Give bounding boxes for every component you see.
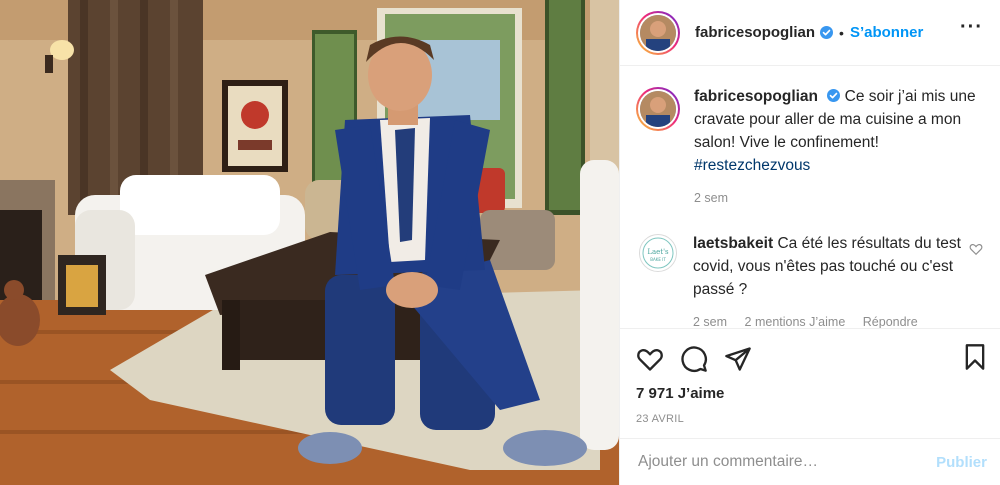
- caption-username[interactable]: fabricesopoglian: [694, 88, 818, 105]
- share-icon[interactable]: [724, 345, 752, 373]
- comment-username[interactable]: laetsbakeit: [693, 235, 773, 252]
- add-comment-bar: Publier: [620, 438, 1000, 485]
- comment-heart-icon[interactable]: [969, 242, 983, 256]
- post-actions: 7 971 J’aime 23 AVRIL: [620, 328, 1000, 438]
- caption: fabricesopoglian Ce soir j’ai mis une cr…: [636, 85, 985, 210]
- likes-count[interactable]: 7 971 J’aime: [636, 385, 985, 402]
- post-date[interactable]: 23 AVRIL: [636, 413, 985, 425]
- caption-age[interactable]: 2 sem: [694, 191, 728, 205]
- svg-text:Laet's: Laet's: [647, 248, 669, 256]
- caption-avatar[interactable]: [636, 87, 680, 131]
- comment-input[interactable]: [638, 453, 937, 471]
- avatar-image: [640, 14, 676, 51]
- comment-icon[interactable]: [680, 345, 708, 373]
- comment-avatar-logo: Laet's BAKE IT: [642, 237, 674, 269]
- header-username[interactable]: fabricesopoglian: [695, 24, 815, 41]
- comment-age[interactable]: 2 sem: [693, 315, 727, 328]
- comment-reply-button[interactable]: Répondre: [863, 315, 918, 328]
- verified-badge-icon: [820, 26, 834, 39]
- more-options-icon[interactable]: ···: [960, 16, 983, 39]
- post-side-panel: fabricesopoglian • S’abonner ··· fabrice…: [619, 0, 1000, 485]
- post-header: fabricesopoglian • S’abonner ···: [620, 0, 1000, 66]
- photo-illustration: [0, 0, 619, 485]
- comment-item: Laet's BAKE IT laetsbakeit Ca été les ré…: [636, 232, 985, 328]
- svg-text:BAKE IT: BAKE IT: [650, 257, 666, 262]
- avatar[interactable]: [636, 10, 680, 55]
- comment-avatar[interactable]: Laet's BAKE IT: [639, 234, 677, 272]
- separator-dot: •: [839, 24, 844, 41]
- verified-badge-icon: [827, 89, 841, 102]
- heart-icon[interactable]: [636, 345, 664, 373]
- comments-section[interactable]: fabricesopoglian Ce soir j’ai mis une cr…: [620, 67, 1000, 328]
- bookmark-icon[interactable]: [961, 343, 989, 371]
- follow-button[interactable]: S’abonner: [850, 24, 923, 41]
- caption-hashtag[interactable]: #restezchezvous: [694, 157, 810, 174]
- publish-button[interactable]: Publier: [936, 454, 987, 471]
- post-photo[interactable]: [0, 0, 619, 485]
- caption-avatar-image: [640, 91, 676, 127]
- comment-likes[interactable]: 2 mentions J’aime: [745, 315, 846, 328]
